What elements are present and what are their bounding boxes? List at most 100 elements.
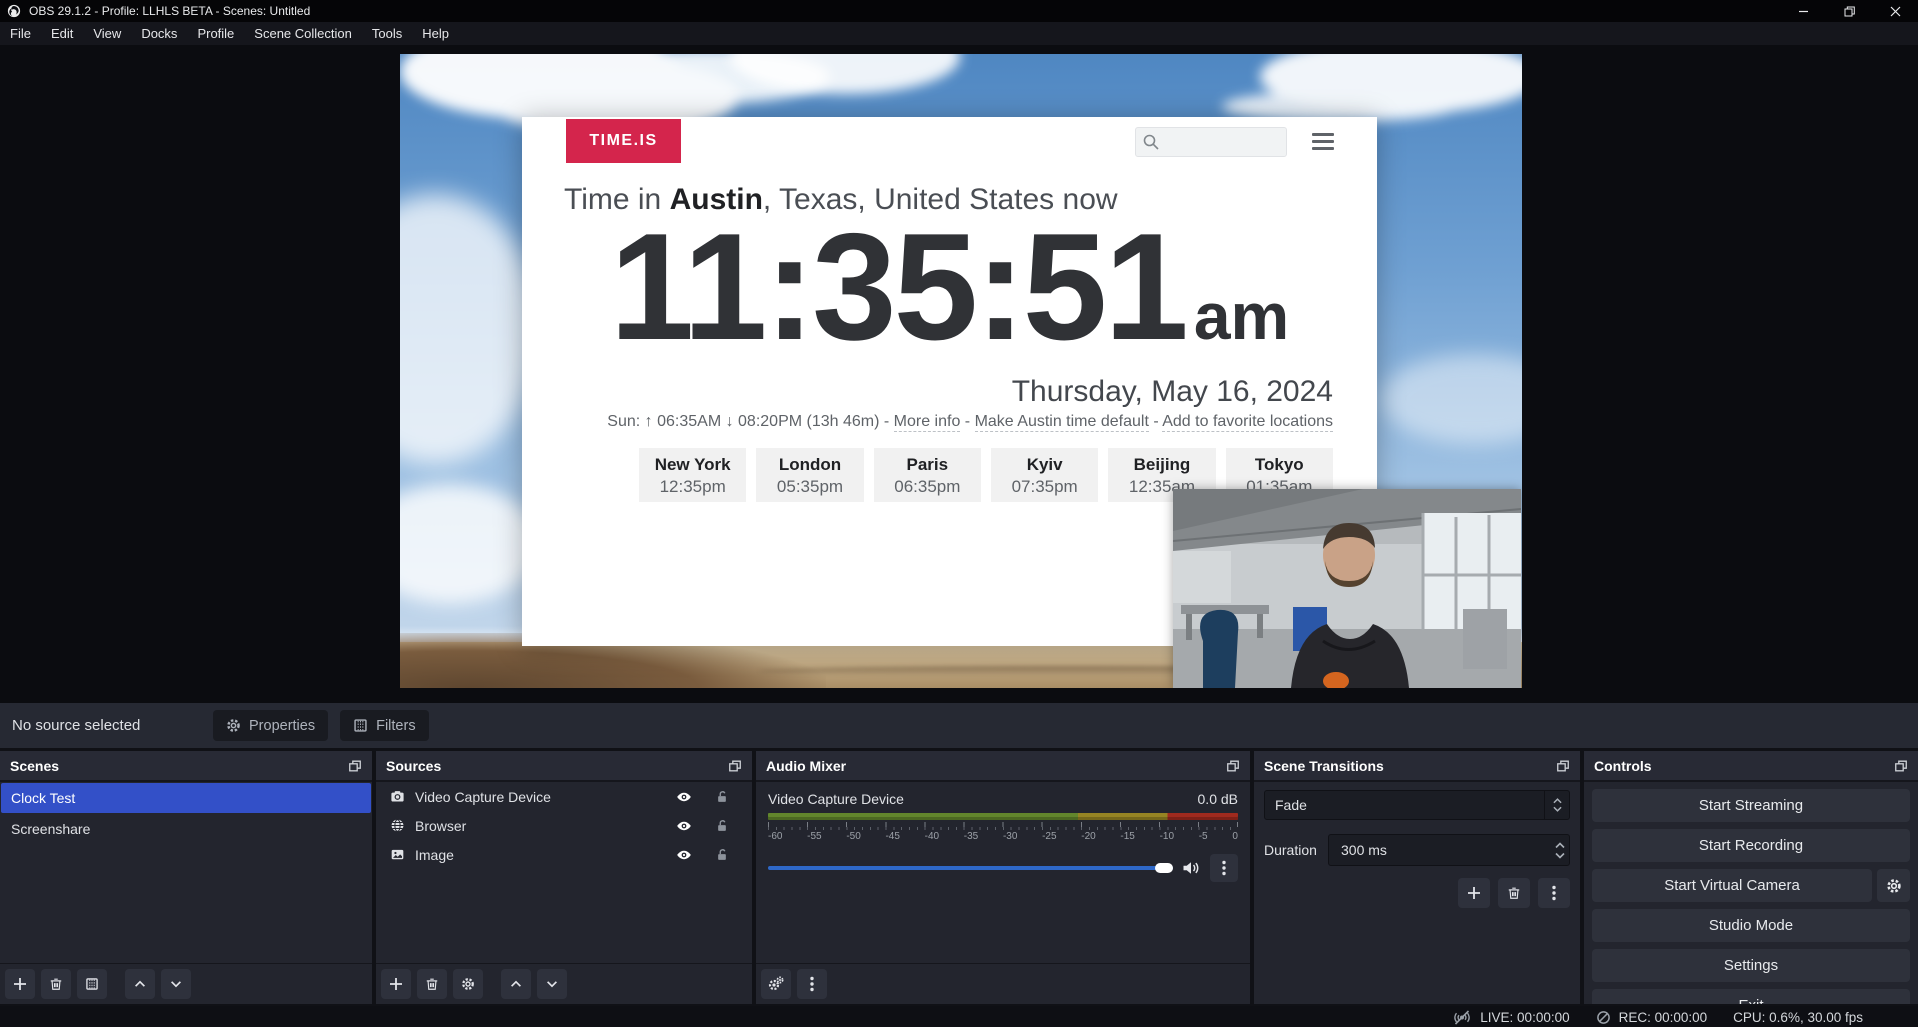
- start-recording-button[interactable]: Start Recording: [1592, 829, 1910, 862]
- menu-view[interactable]: View: [83, 22, 131, 45]
- exit-button[interactable]: Exit: [1592, 989, 1910, 1004]
- restore-button[interactable]: [1826, 0, 1872, 22]
- no-source-label: No source selected: [12, 717, 140, 734]
- eye-icon[interactable]: [676, 847, 692, 863]
- menu-help[interactable]: Help: [412, 22, 459, 45]
- volume-slider[interactable]: [768, 862, 1173, 874]
- menu-edit[interactable]: Edit: [41, 22, 83, 45]
- scenes-dock: Scenes Clock Test Screenshare: [0, 751, 372, 1004]
- source-item-image[interactable]: Image: [376, 840, 752, 869]
- speaker-icon[interactable]: [1182, 860, 1201, 876]
- studio-mode-button[interactable]: Studio Mode: [1592, 909, 1910, 942]
- virtual-camera-settings-button[interactable]: [1877, 869, 1910, 902]
- popout-icon: [728, 759, 742, 773]
- transition-select[interactable]: Fade: [1264, 790, 1570, 820]
- mixer-menu-button[interactable]: [797, 969, 827, 999]
- remove-transition-button[interactable]: [1498, 878, 1530, 908]
- start-virtual-camera-button[interactable]: Start Virtual Camera: [1592, 869, 1872, 902]
- scenes-toolbar: [0, 963, 372, 1004]
- hamburger-icon: [1312, 133, 1334, 150]
- source-item-browser[interactable]: Browser: [376, 811, 752, 840]
- selection-bar: No source selected Properties Filters: [0, 703, 1918, 748]
- status-bar: LIVE: 00:00:00 REC: 00:00:00 CPU: 0.6%, …: [0, 1006, 1918, 1027]
- menu-tools[interactable]: Tools: [362, 22, 412, 45]
- duration-label: Duration: [1264, 842, 1328, 858]
- minimize-button[interactable]: [1780, 0, 1826, 22]
- sources-dock: Sources Video Capture Device Browser: [376, 751, 752, 1004]
- scene-item-screenshare[interactable]: Screenshare: [1, 814, 371, 844]
- source-properties-button[interactable]: [453, 969, 483, 999]
- unlock-icon[interactable]: [715, 819, 729, 833]
- sources-toolbar: [376, 963, 752, 1004]
- obs-window: OBS 29.1.2 - Profile: LLHLS BETA - Scene…: [0, 0, 1918, 1027]
- cloud: [400, 484, 540, 604]
- stream-off-icon: [1452, 1010, 1472, 1025]
- start-streaming-button[interactable]: Start Streaming: [1592, 789, 1910, 822]
- menu-scene-collection[interactable]: Scene Collection: [244, 22, 362, 45]
- obs-logo-icon: [7, 4, 21, 18]
- close-button[interactable]: [1872, 0, 1918, 22]
- mixer-channel-menu-button[interactable]: [1210, 854, 1238, 882]
- window-title: OBS 29.1.2 - Profile: LLHLS BETA - Scene…: [29, 4, 310, 18]
- source-item-video-capture[interactable]: Video Capture Device: [376, 782, 752, 811]
- program-canvas[interactable]: TIME.IS Time in Austin, Texas, United St…: [400, 54, 1522, 688]
- menu-profile[interactable]: Profile: [187, 22, 244, 45]
- rec-status: REC: 00:00:00: [1596, 1010, 1708, 1025]
- city-card: Kyiv07:35pm: [991, 448, 1098, 502]
- filters-button[interactable]: Filters: [340, 710, 428, 741]
- settings-button[interactable]: Settings: [1592, 949, 1910, 982]
- scene-transitions-dock: Scene Transitions Fade Duration: [1254, 751, 1580, 1004]
- dock-row: Scenes Clock Test Screenshare Sources: [0, 751, 1918, 1004]
- city-card: London05:35pm: [756, 448, 863, 502]
- meter-ticks-minor: [768, 827, 1238, 830]
- audio-mixer-dock: Audio Mixer Video Capture Device 0.0 dB …: [756, 751, 1250, 1004]
- timeis-date: Thursday, May 16, 2024: [1012, 375, 1333, 409]
- filter-icon: [353, 718, 368, 733]
- remove-source-button[interactable]: [417, 969, 447, 999]
- volume-slider-handle[interactable]: [1155, 863, 1173, 873]
- gear-icon: [226, 718, 241, 733]
- controls-dock: Controls Start Streaming Start Recording…: [1584, 751, 1918, 1004]
- source-down-button[interactable]: [537, 969, 567, 999]
- scene-transitions-body: Fade Duration 300 ms: [1254, 782, 1580, 1004]
- scene-down-button[interactable]: [161, 969, 191, 999]
- add-scene-button[interactable]: [5, 969, 35, 999]
- volume-slider-track[interactable]: [768, 866, 1173, 870]
- popout-icon: [1226, 759, 1240, 773]
- properties-button[interactable]: Properties: [213, 710, 328, 741]
- clock-digits: 11:35:51: [610, 202, 1186, 372]
- record-off-icon: [1596, 1010, 1611, 1025]
- camera-icon: [390, 789, 405, 804]
- spinbox-arrows[interactable]: [1555, 835, 1565, 865]
- scene-filters-button[interactable]: [77, 969, 107, 999]
- menu-docks[interactable]: Docks: [131, 22, 187, 45]
- unlock-icon[interactable]: [715, 848, 729, 862]
- timeis-sun-line: Sun: ↑ 06:35AM ↓ 08:20PM (13h 46m) - Mor…: [607, 413, 1333, 431]
- sources-list: Video Capture Device Browser Image: [376, 782, 752, 963]
- add-source-button[interactable]: [381, 969, 411, 999]
- menu-bar: File Edit View Docks Profile Scene Colle…: [0, 22, 1918, 45]
- clock-meridiem: am: [1194, 279, 1289, 353]
- popout-icon: [1894, 759, 1908, 773]
- eye-icon[interactable]: [676, 818, 692, 834]
- transition-menu-button[interactable]: [1538, 878, 1570, 908]
- image-icon: [390, 847, 405, 862]
- unlock-icon[interactable]: [715, 790, 729, 804]
- audio-mixer-toolbar: [756, 963, 1250, 1004]
- controls-header: Controls: [1584, 751, 1918, 782]
- audio-mixer-header: Audio Mixer: [756, 751, 1250, 782]
- menu-file[interactable]: File: [0, 22, 41, 45]
- scene-item-clock-test[interactable]: Clock Test: [1, 783, 371, 813]
- cpu-status: CPU: 0.6%, 30.00 fps: [1733, 1010, 1863, 1025]
- popout-icon: [348, 759, 362, 773]
- scene-up-button[interactable]: [125, 969, 155, 999]
- advanced-audio-button[interactable]: [761, 969, 791, 999]
- remove-scene-button[interactable]: [41, 969, 71, 999]
- add-transition-button[interactable]: [1458, 878, 1490, 908]
- city-card: New York12:35pm: [639, 448, 746, 502]
- favorite-locations-link: Add to favorite locations: [1162, 413, 1333, 432]
- source-up-button[interactable]: [501, 969, 531, 999]
- duration-spinbox[interactable]: 300 ms: [1328, 834, 1570, 866]
- eye-icon[interactable]: [676, 789, 692, 805]
- timeis-clock: 11:35:51am: [522, 211, 1377, 363]
